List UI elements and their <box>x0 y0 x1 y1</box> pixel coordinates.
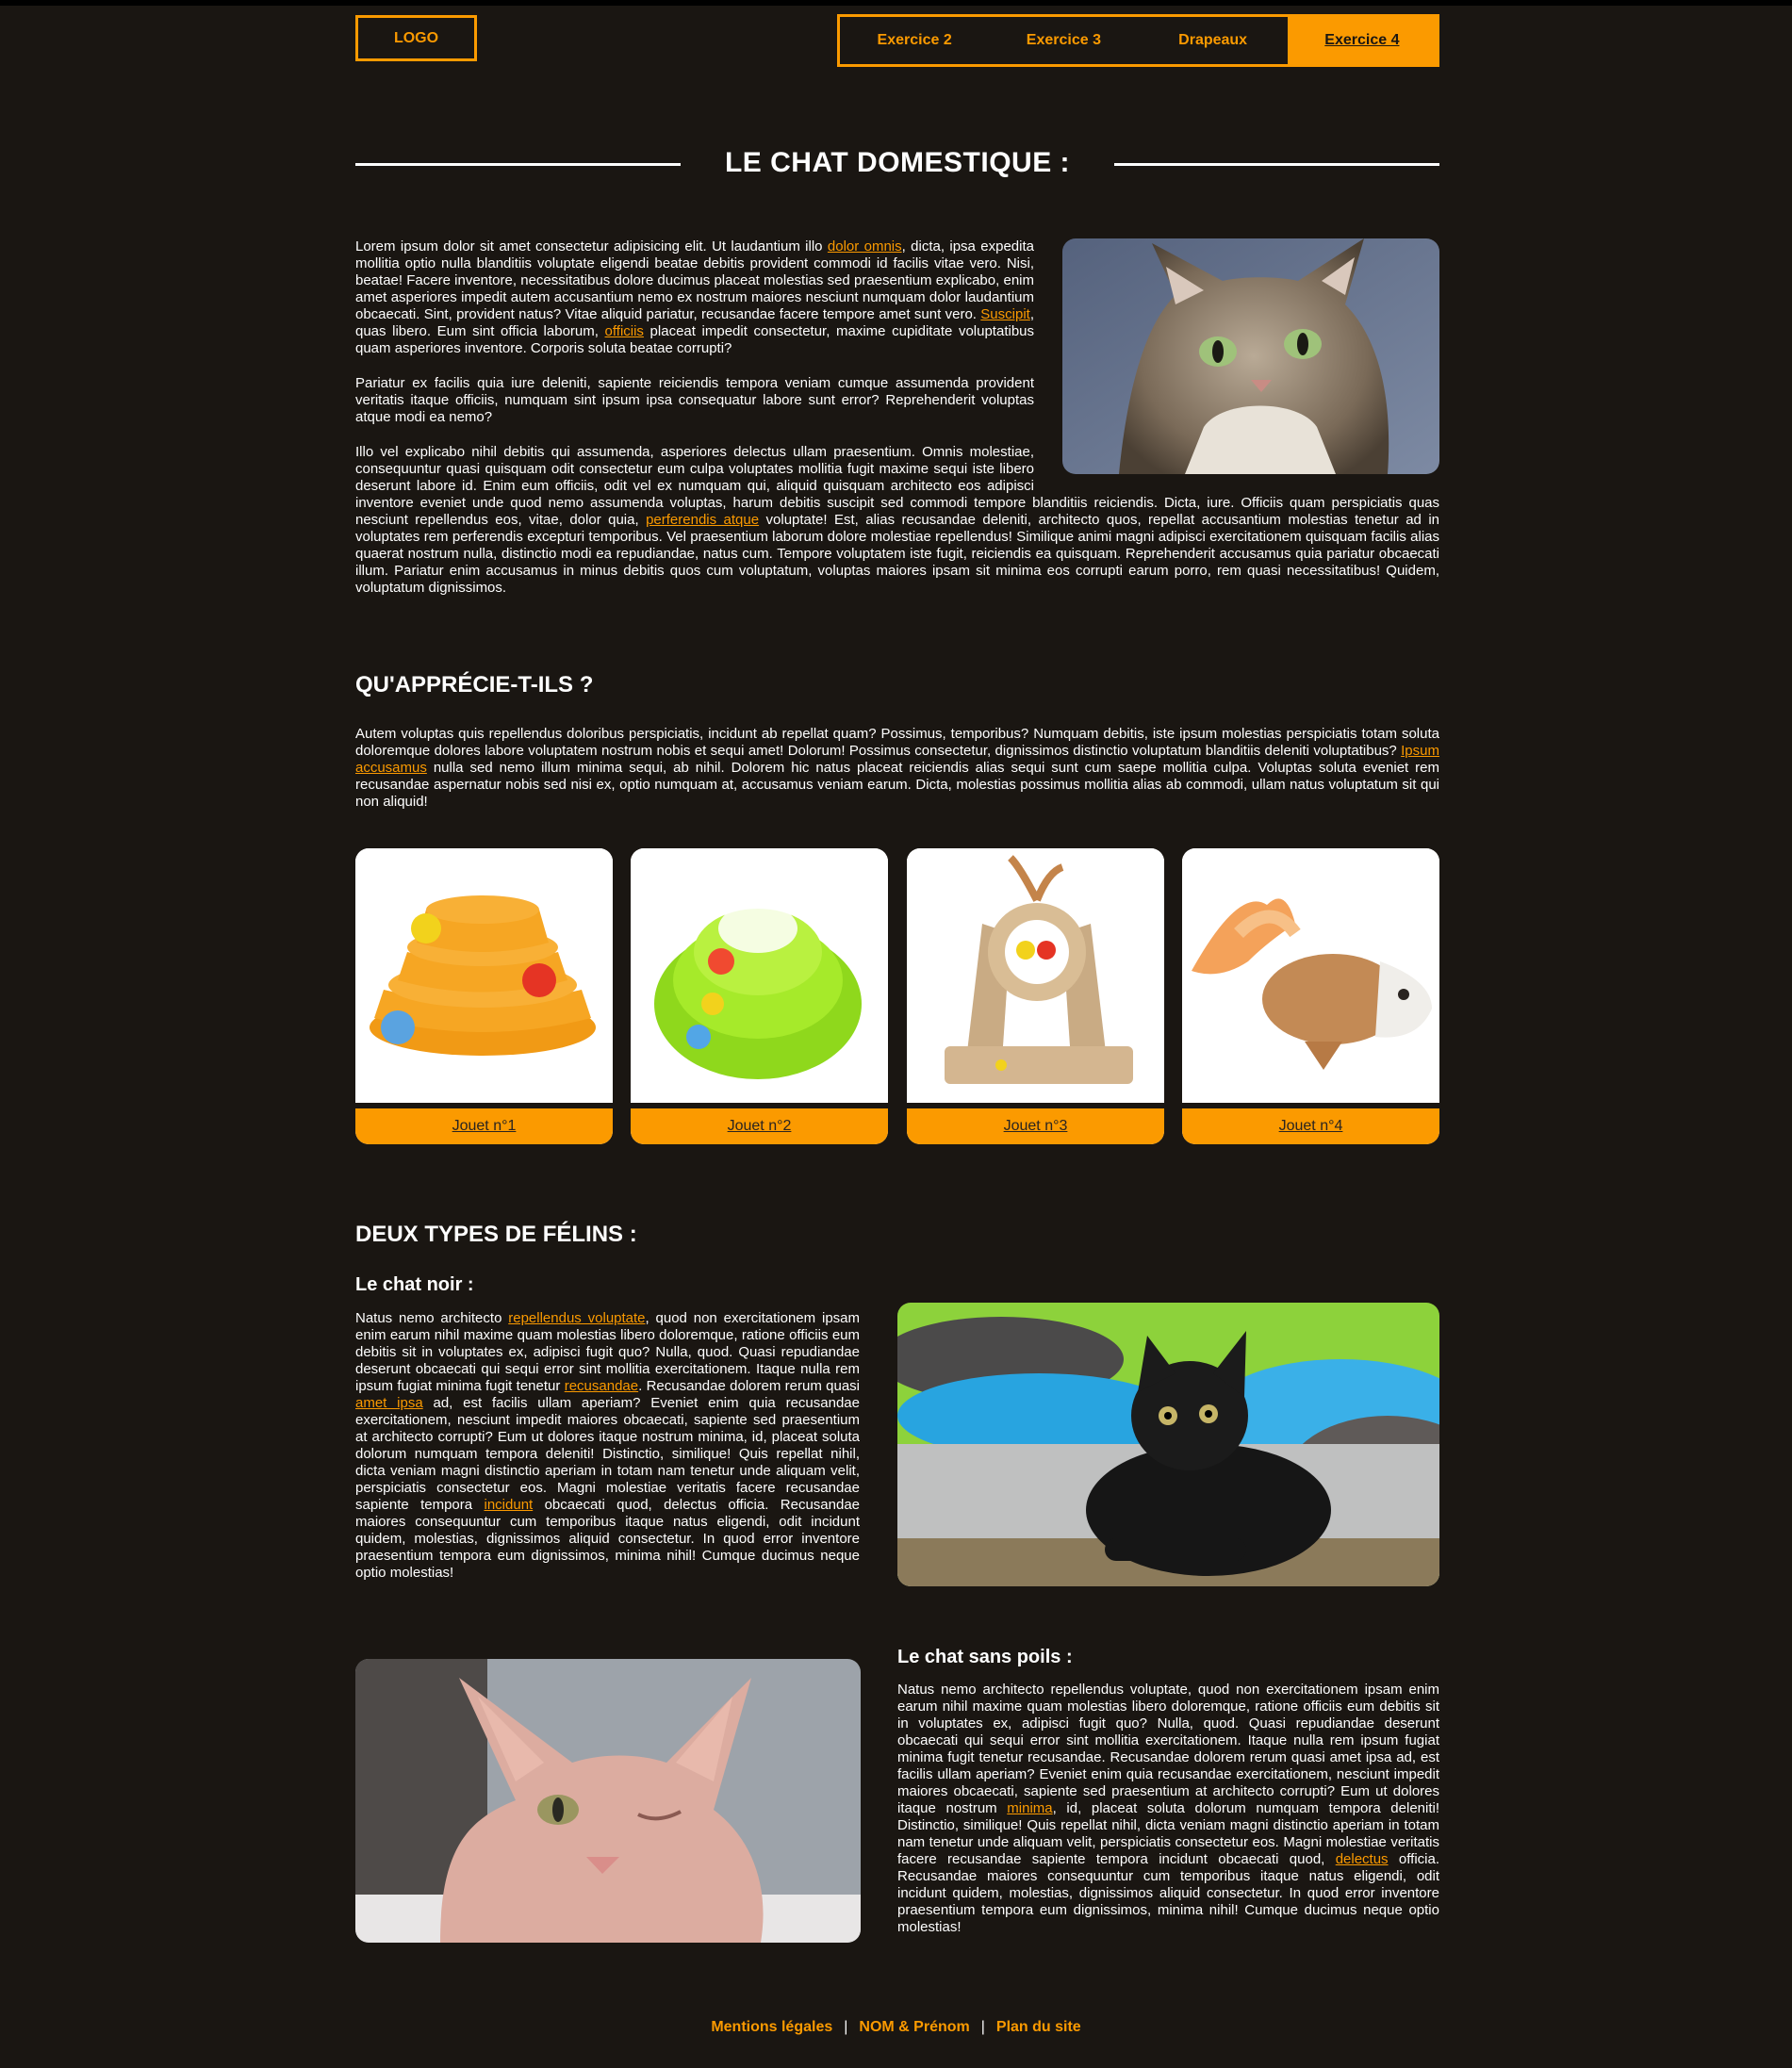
text-run: nulla sed nemo illum minima sequi, ab ni… <box>355 760 1439 810</box>
black-cat-photo <box>897 1303 1439 1586</box>
toy-1-image <box>355 848 613 1103</box>
photo-float-spacer <box>1062 238 1439 488</box>
toy-4-image <box>1182 848 1439 1103</box>
footer-separator: | <box>980 2019 985 2035</box>
text-run: Natus nemo architecto repellendus volupt… <box>897 1682 1439 1816</box>
hairless-cat-paragraph: Natus nemo architecto repellendus volupt… <box>897 1682 1439 1936</box>
nav-drapeaux[interactable]: Drapeaux <box>1139 17 1288 64</box>
nav-exercice-4[interactable]: Exercice 4 <box>1287 17 1437 64</box>
link-officiis[interactable]: officiis <box>605 323 644 339</box>
text-run: ad, est facilis ullam aperiam? Eveniet e… <box>355 1395 860 1513</box>
link-repellendus-voluptate[interactable]: repellendus voluptate <box>508 1310 645 1326</box>
footer: Mentions légales | NOM & Prénom | Plan du si… <box>0 2019 1792 2036</box>
link-delectus[interactable]: delectus <box>1336 1851 1389 1867</box>
text-run: Lorem ipsum dolor sit amet consectetur a… <box>355 238 828 254</box>
link-suscipit[interactable]: Suscipit <box>980 306 1030 322</box>
link-incidunt[interactable]: incidunt <box>485 1497 534 1513</box>
nav-exercice-2[interactable]: Exercice 2 <box>840 17 989 64</box>
toy-3-image <box>907 848 1164 1103</box>
types-heading: DEUX TYPES DE FÉLINS : <box>355 1222 637 1247</box>
main-nav: Exercice 2 Exercice 3 Drapeaux Exercice … <box>837 14 1439 67</box>
likes-paragraph: Autem voluptas quis repellendus doloribu… <box>355 726 1439 811</box>
toy-2-link[interactable]: Jouet n°2 <box>631 1108 888 1144</box>
text-run: Autem voluptas quis repellendus doloribu… <box>355 726 1439 759</box>
page-title-row: LE CHAT DOMESTIQUE : <box>355 141 1439 189</box>
link-amet-ipsa[interactable]: amet ipsa <box>355 1395 423 1411</box>
toy-card-2: Jouet n°2 <box>631 848 888 1144</box>
link-minima[interactable]: minima <box>1007 1800 1052 1816</box>
black-cat-heading: Le chat noir : <box>355 1274 474 1295</box>
footer-link-plan[interactable]: Plan du site <box>996 2019 1081 2035</box>
link-perferendis-atque[interactable]: perferendis atque <box>646 512 759 528</box>
nav-exercice-3[interactable]: Exercice 3 <box>989 17 1138 64</box>
intro-text: Lorem ipsum dolor sit amet consectetur a… <box>355 238 1439 597</box>
toy-4-link[interactable]: Jouet n°4 <box>1182 1108 1439 1144</box>
toy-1-link[interactable]: Jouet n°1 <box>355 1108 613 1144</box>
link-recusandae[interactable]: recusandae <box>565 1378 638 1394</box>
toy-2-image <box>631 848 888 1103</box>
hairless-cat-photo <box>355 1659 861 1943</box>
logo[interactable]: LOGO <box>355 15 477 61</box>
likes-heading: QU'APPRÉCIE-T-ILS ? <box>355 672 594 698</box>
title-rule-right <box>1114 163 1439 166</box>
toy-card-4: Jouet n°4 <box>1182 848 1439 1144</box>
hairless-cat-heading: Le chat sans poils : <box>897 1647 1073 1667</box>
footer-separator: | <box>844 2019 848 2035</box>
top-border <box>0 0 1792 6</box>
toy-card-3: Jouet n°3 <box>907 848 1164 1144</box>
toy-card-1: Jouet n°1 <box>355 848 613 1144</box>
footer-link-mentions[interactable]: Mentions légales <box>711 2019 832 2035</box>
footer-link-nom-prenom[interactable]: NOM & Prénom <box>859 2019 969 2035</box>
link-dolor-omnis[interactable]: dolor omnis <box>828 238 902 254</box>
text-run: Natus nemo architecto <box>355 1310 509 1326</box>
toy-3-link[interactable]: Jouet n°3 <box>907 1108 1164 1144</box>
black-cat-paragraph: Natus nemo architecto repellendus volupt… <box>355 1310 860 1582</box>
text-run: . Recusandae dolorem rerum quasi <box>638 1378 861 1394</box>
